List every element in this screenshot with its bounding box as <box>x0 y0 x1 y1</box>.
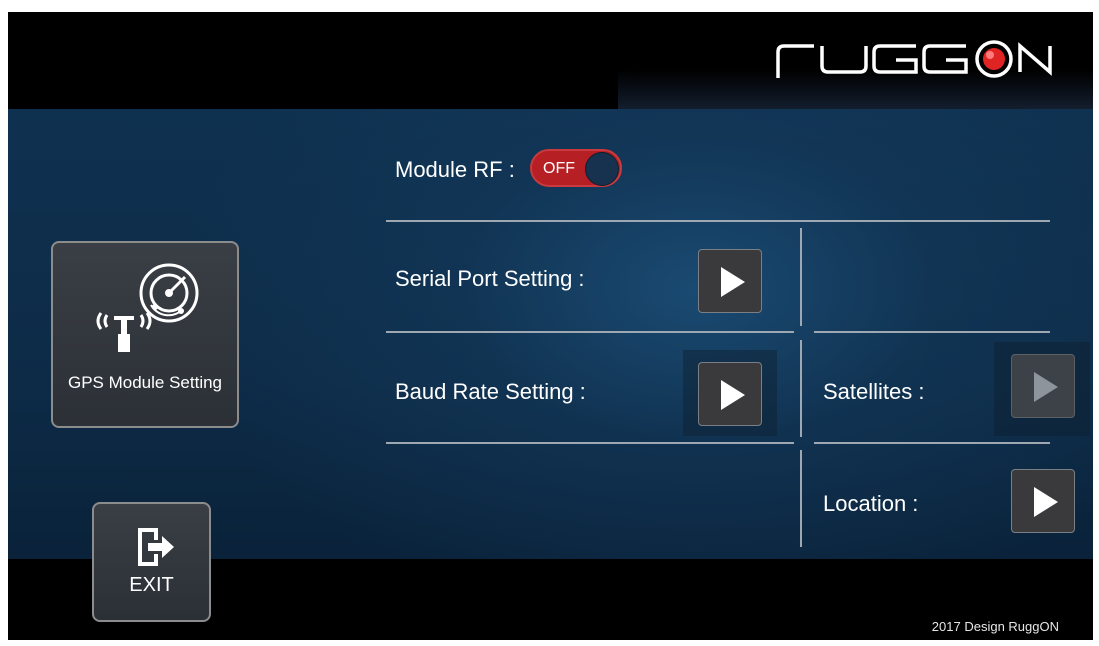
play-arrow-icon <box>721 267 745 297</box>
baud-rate-setting-label: Baud Rate Setting : <box>395 379 586 404</box>
app-window: GPS Module Setting EXIT Module RF : OFF … <box>8 12 1093 640</box>
divider-right-2 <box>814 442 1050 444</box>
copyright-text: 2017 Design RuggON <box>931 619 1059 634</box>
exit-door-icon <box>134 526 176 573</box>
divider-left-1 <box>386 331 794 333</box>
module-rf-toggle-state: OFF <box>543 160 575 177</box>
module-rf-toggle[interactable]: OFF <box>530 149 622 187</box>
ruggon-logo <box>770 40 1070 85</box>
play-arrow-icon <box>1034 487 1058 517</box>
exit-button[interactable]: EXIT <box>92 502 211 622</box>
header-bar <box>8 12 1093 110</box>
divider-top <box>386 220 1050 222</box>
exit-label: EXIT <box>129 574 174 596</box>
satellites-button[interactable] <box>1011 354 1075 418</box>
baud-rate-setting-button[interactable] <box>698 362 762 426</box>
play-arrow-icon <box>1034 372 1058 402</box>
module-rf-label: Module RF : <box>395 157 515 182</box>
location-label: Location : <box>823 491 919 516</box>
serial-port-setting-button[interactable] <box>698 249 762 313</box>
play-arrow-icon <box>721 380 745 410</box>
divider-right-1 <box>814 331 1050 333</box>
serial-port-setting-label: Serial Port Setting : <box>395 266 585 291</box>
toggle-knob[interactable] <box>585 152 619 186</box>
location-button[interactable] <box>1011 469 1075 533</box>
satellites-label: Satellites : <box>823 379 925 404</box>
divider-vertical-2 <box>800 340 802 437</box>
gps-radar-antenna-icon <box>89 263 209 368</box>
divider-left-2 <box>386 442 794 444</box>
gps-module-setting-label: GPS Module Setting <box>67 373 223 392</box>
divider-vertical-1 <box>800 228 802 326</box>
divider-vertical-3 <box>800 450 802 547</box>
gps-module-setting-button[interactable]: GPS Module Setting <box>51 241 239 428</box>
